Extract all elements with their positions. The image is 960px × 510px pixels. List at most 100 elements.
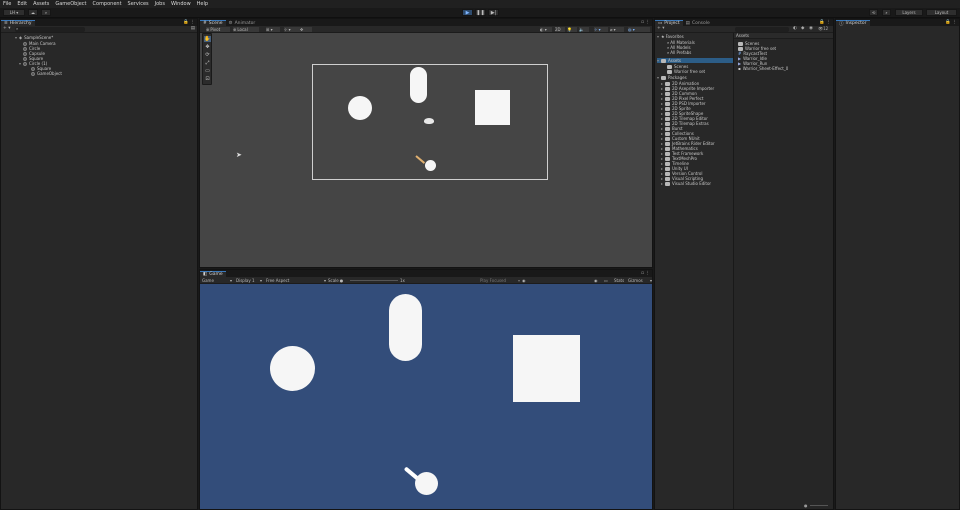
gizmos-dropdown[interactable]: ◍ ▾ xyxy=(628,27,650,32)
pivot-icon: ⊕ xyxy=(206,27,210,32)
project-search-input[interactable] xyxy=(735,27,789,32)
hand-tool-icon[interactable]: ✋ xyxy=(204,36,211,42)
asset-breadcrumb[interactable]: Assets xyxy=(734,33,833,39)
increment-snap-button[interactable]: ✥ xyxy=(300,27,312,32)
stats-label: Stats xyxy=(614,278,625,283)
favorites-row[interactable]: ▾ ★ Favorites xyxy=(657,34,684,39)
eye-button[interactable]: ◉ xyxy=(594,278,602,283)
collapse-arrow-icon[interactable]: ▾ xyxy=(19,61,23,66)
assets-row[interactable]: ▾ Assets xyxy=(657,58,733,63)
step-button[interactable]: ▶| xyxy=(488,9,499,16)
hierarchy-search-input[interactable]: ⌕ xyxy=(15,26,85,32)
search-button[interactable]: ⌕ xyxy=(882,9,891,16)
pivot-dropdown[interactable]: ⊕ Pivot xyxy=(206,27,230,32)
account-dropdown[interactable]: LH ▾ xyxy=(3,9,25,16)
snap-dropdown[interactable]: ⊞ ▾ xyxy=(266,27,280,32)
scene-viewport[interactable]: ✋ ✥ ⟳ ⤢ ▭ ⊡ ➤ xyxy=(200,33,652,267)
gizmos-dropdown[interactable]: Gizmos ▾ xyxy=(628,278,652,283)
transform-tool-icon[interactable]: ⊡ xyxy=(204,76,211,82)
filter-icon[interactable]: ▤ xyxy=(191,26,195,31)
animator-icon: ⚙ xyxy=(228,20,233,26)
kebab-menu-icon[interactable]: ⋮ xyxy=(191,20,196,25)
local-dropdown[interactable]: ⊕ Local xyxy=(233,27,259,32)
list-item[interactable]: ⌕ All Prefabs xyxy=(667,50,691,55)
menu-assets[interactable]: Assets xyxy=(33,1,49,7)
gameobject-sprite[interactable] xyxy=(424,118,434,124)
folder-icon xyxy=(667,69,672,74)
tab-inspector[interactable]: ⓘ Inspector xyxy=(836,20,870,27)
stats-button[interactable]: Stats xyxy=(614,278,626,283)
packages-row[interactable]: ▾ Packages xyxy=(657,75,687,80)
grid-snap-dropdown[interactable]: ⊹ ▾ xyxy=(284,27,300,32)
menu-jobs[interactable]: Jobs xyxy=(155,1,165,7)
menu-edit[interactable]: Edit xyxy=(17,1,27,7)
mode-2d-button[interactable]: 2D xyxy=(555,27,565,32)
kebab-menu-icon[interactable]: ⋮ xyxy=(827,20,832,25)
game-view-dropdown[interactable]: Game ▾ xyxy=(202,278,232,283)
rect-tool-icon[interactable]: ▭ xyxy=(204,68,211,74)
cloud-button[interactable]: ☁ xyxy=(28,9,38,16)
layout-dropdown[interactable]: Layout xyxy=(926,9,957,16)
slider-track[interactable] xyxy=(810,505,828,506)
capsule-object[interactable] xyxy=(410,67,427,103)
menu-file[interactable]: File xyxy=(3,1,11,7)
eye-icon[interactable]: ◉ xyxy=(809,26,813,31)
main-toolbar: LH ▾ ☁ ⌕ ▶ ❚❚ ▶| ⟲ ⌕ Layers Layout xyxy=(0,8,960,18)
pivot-label: Pivot xyxy=(210,27,221,32)
kebab-menu-icon[interactable]: ⋮ xyxy=(953,20,958,25)
game-viewport[interactable] xyxy=(200,284,652,509)
play-focused-dropdown[interactable]: Play Focused ▾ xyxy=(480,278,520,283)
menu-window[interactable]: Window xyxy=(171,1,191,7)
list-item[interactable]: ▸ Visual Studio Editor xyxy=(661,181,711,186)
circle-object[interactable] xyxy=(348,96,372,120)
kebab-menu-icon[interactable]: ⋮ xyxy=(646,271,651,276)
menu-component[interactable]: Component xyxy=(93,1,122,7)
scale-slider[interactable]: Scale ● 1x xyxy=(328,278,408,283)
pause-button[interactable]: ❚❚ xyxy=(475,9,486,16)
layers-dropdown[interactable]: Layers xyxy=(895,9,923,16)
kebab-menu-icon[interactable]: ⋮ xyxy=(646,20,651,25)
icon-size-slider[interactable]: ● xyxy=(804,503,830,508)
draw-mode-dropdown[interactable]: ◐ ▾ xyxy=(540,27,552,32)
audio-button[interactable]: 🔈 xyxy=(579,27,589,32)
list-item[interactable]: GameObject xyxy=(31,71,62,76)
collab-button[interactable]: ⌕ xyxy=(41,9,51,16)
maximize-icon[interactable]: ▫ xyxy=(641,20,644,25)
maximize-icon[interactable]: ▫ xyxy=(641,271,644,276)
square-object[interactable] xyxy=(475,90,510,125)
label-icon[interactable]: ◆ xyxy=(801,26,804,31)
slider-track[interactable] xyxy=(350,280,398,281)
scene-row[interactable]: ▾ ◈ SampleScene* xyxy=(15,35,53,40)
favorites-label: Favorites xyxy=(665,34,684,39)
lighting-button[interactable]: 💡 xyxy=(567,27,577,32)
lighting-icon: 💡 xyxy=(567,27,572,32)
rotate-tool-icon[interactable]: ⟳ xyxy=(204,52,211,58)
lock-icon[interactable]: 🔒 xyxy=(183,20,189,25)
add-icon[interactable]: + ▾ xyxy=(657,26,664,31)
chevron-down-icon: ▾ xyxy=(323,278,326,283)
play-button[interactable]: ▶ xyxy=(462,9,473,16)
aspect-dropdown[interactable]: Free Aspect ▾ xyxy=(266,278,326,283)
menu-services[interactable]: Services xyxy=(128,1,149,7)
lock-icon[interactable]: 🔒 xyxy=(945,20,951,25)
effects-dropdown[interactable]: ✧ ▾ xyxy=(594,27,608,32)
menu-help[interactable]: Help xyxy=(197,1,208,7)
list-item[interactable]: ▪ Warrior_Sheet-Effect_0 xyxy=(738,66,788,71)
menu-gameobject[interactable]: GameObject xyxy=(55,1,86,7)
lock-icon[interactable]: 🔒 xyxy=(819,20,825,25)
keyboard-button[interactable]: ▭ xyxy=(604,278,612,283)
add-icon[interactable]: + ▾ xyxy=(3,26,10,31)
filter-type-icon[interactable]: ◐ xyxy=(793,26,797,31)
tool-palette: ✋ ✥ ⟳ ⤢ ▭ ⊡ xyxy=(202,33,212,85)
display-dropdown[interactable]: Display 1 ▾ xyxy=(236,278,262,283)
move-tool-icon[interactable]: ✥ xyxy=(204,44,211,50)
slider-handle-icon[interactable]: ● xyxy=(804,503,808,508)
slider-handle-icon[interactable]: ● xyxy=(340,278,344,283)
hidden-objects-button[interactable]: ⌀ ▾ xyxy=(610,27,624,32)
hidden-count-badge[interactable]: 👁12 xyxy=(818,26,828,31)
circle-1-object[interactable] xyxy=(425,160,436,171)
scale-tool-icon[interactable]: ⤢ xyxy=(204,60,211,66)
list-item[interactable]: Warrior free set xyxy=(667,69,705,74)
mute-audio-button[interactable]: ◉ xyxy=(522,278,530,283)
history-button[interactable]: ⟲ xyxy=(869,9,878,16)
